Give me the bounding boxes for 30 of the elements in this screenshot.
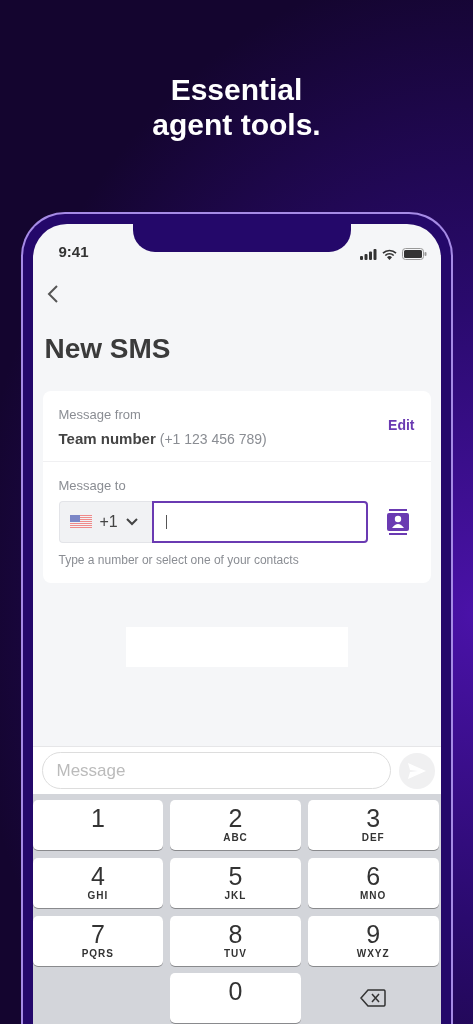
screen-title: New SMS bbox=[43, 332, 172, 366]
keypad-key[interactable]: 1 bbox=[32, 800, 164, 850]
keypad-key[interactable]: 7 PQRS bbox=[32, 915, 164, 966]
wifi-icon bbox=[381, 248, 397, 260]
keypad-key[interactable]: 2 ABC bbox=[170, 800, 301, 850]
keypad-key[interactable]: 5 JKL bbox=[170, 857, 301, 908]
signal-icon bbox=[359, 248, 377, 260]
headline: Essential bbox=[170, 72, 303, 107]
keypad-key[interactable]: 0 bbox=[170, 973, 301, 1024]
flag-icon bbox=[69, 515, 92, 529]
status-time: 9:41 bbox=[58, 243, 89, 260]
message-field[interactable]: Message bbox=[41, 752, 391, 789]
keypad-key[interactable]: 6 MNO bbox=[307, 857, 439, 908]
keypad-key[interactable]: 3 DEF bbox=[307, 800, 439, 850]
keypad-key[interactable]: 8 TUV bbox=[170, 915, 301, 966]
to-label: Message to bbox=[58, 478, 127, 493]
chevron-down-icon bbox=[125, 518, 138, 526]
contacts-icon[interactable] bbox=[386, 509, 409, 535]
headline: agent tools. bbox=[152, 107, 321, 142]
edit-link[interactable]: Edit bbox=[388, 417, 415, 433]
country-code-selector[interactable]: +1 bbox=[58, 501, 152, 543]
sender-number: Team number (+1 123 456 789) bbox=[58, 430, 267, 447]
keypad-key[interactable]: 9 WXYZ bbox=[307, 915, 439, 966]
keypad-key[interactable]: 4 GHI bbox=[32, 857, 164, 908]
back-icon[interactable] bbox=[46, 284, 59, 304]
phone-number-field[interactable] bbox=[151, 501, 368, 543]
backspace-icon bbox=[360, 989, 387, 1008]
from-label: Message from bbox=[58, 407, 142, 422]
recipient-hint: Type a number or select one of your contacts bbox=[58, 553, 300, 567]
battery-icon bbox=[401, 248, 427, 260]
